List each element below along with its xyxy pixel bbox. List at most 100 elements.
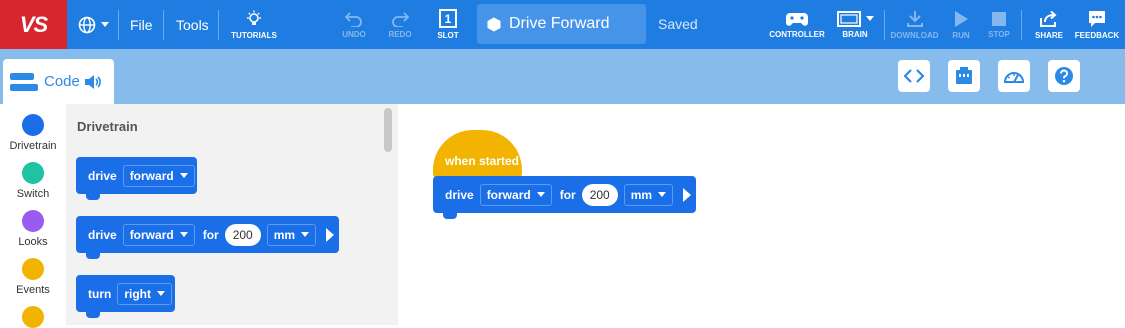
- caret-down-icon: [301, 232, 310, 237]
- caret-down-icon: [179, 173, 188, 178]
- feedback-icon: [1089, 10, 1105, 27]
- tutorials-label: TUTORIALS: [231, 30, 277, 40]
- download-label: DOWNLOAD: [890, 30, 939, 40]
- brain-screen-icon: [836, 10, 861, 27]
- category-list: Drivetrain Switch Looks Events: [0, 104, 66, 328]
- chevron-down-icon: [865, 16, 874, 21]
- run-label: RUN: [952, 30, 970, 40]
- category-drivetrain[interactable]: Drivetrain: [0, 114, 66, 152]
- category-dot: [22, 162, 44, 184]
- brain-label: BRAIN: [842, 29, 868, 39]
- chevron-down-icon: [101, 22, 109, 27]
- dropdown-value: right: [124, 286, 151, 301]
- save-status: Saved: [658, 16, 698, 32]
- tab-code[interactable]: Code: [3, 59, 114, 104]
- hexagon-icon: [487, 17, 501, 31]
- direction-dropdown[interactable]: right: [117, 282, 172, 305]
- feedback-label: FEEDBACK: [1074, 30, 1120, 40]
- gauge-icon: [1003, 72, 1025, 83]
- download-button[interactable]: DOWNLOAD: [889, 0, 940, 49]
- project-title: Drive Forward: [509, 15, 610, 32]
- top-toolbar: VS File Tools TUTORIALS UNDO REDO 1 SLOT…: [0, 0, 1125, 49]
- caret-down-icon: [157, 291, 165, 296]
- dropdown-value: mm: [273, 227, 296, 242]
- controller-button[interactable]: CONTROLLER: [769, 0, 825, 49]
- unit-dropdown[interactable]: mm: [623, 183, 674, 206]
- turn-block[interactable]: turn right: [76, 275, 175, 318]
- dropdown-value: forward: [129, 168, 174, 183]
- category-looks[interactable]: Looks: [0, 210, 66, 248]
- redo-button[interactable]: REDO: [387, 0, 413, 49]
- caret-down-icon: [536, 192, 545, 197]
- undo-button[interactable]: UNDO: [341, 0, 367, 49]
- direction-dropdown[interactable]: forward: [122, 164, 195, 187]
- divider: [218, 10, 219, 40]
- block-keyword: for: [202, 227, 219, 242]
- category-events[interactable]: Events: [0, 258, 66, 296]
- caret-down-icon: [179, 232, 188, 237]
- language-menu[interactable]: [78, 0, 109, 49]
- sound-icon: [84, 74, 101, 89]
- share-button[interactable]: SHARE: [1033, 0, 1065, 49]
- distance-input[interactable]: 200: [224, 223, 261, 246]
- divider: [884, 10, 885, 40]
- drive-block[interactable]: drive forward: [76, 157, 197, 200]
- slot-icon: 1: [439, 9, 457, 28]
- tools-menu[interactable]: Tools: [176, 0, 209, 49]
- port-icon: [956, 67, 972, 84]
- direction-dropdown[interactable]: forward: [479, 183, 552, 206]
- direction-dropdown[interactable]: forward: [122, 223, 195, 246]
- stop-button[interactable]: STOP: [987, 0, 1011, 49]
- share-icon: [1040, 10, 1057, 27]
- when-started-block[interactable]: when started: [433, 130, 522, 178]
- category-switch[interactable]: Switch: [0, 162, 66, 200]
- slot-label: SLOT: [437, 31, 459, 40]
- controller-label: CONTROLLER: [769, 29, 825, 39]
- block-keyword: for: [559, 187, 576, 202]
- dropdown-value: mm: [630, 187, 653, 202]
- play-icon: [683, 187, 692, 202]
- file-menu-label: File: [130, 16, 153, 33]
- code-blocks-icon: [10, 72, 38, 91]
- divider: [1021, 10, 1022, 40]
- project-title-field[interactable]: Drive Forward: [477, 4, 646, 44]
- help-icon: [1055, 67, 1073, 85]
- devices-button[interactable]: [948, 60, 980, 92]
- tools-menu-label: Tools: [176, 16, 209, 33]
- palette-title: Drivetrain: [77, 119, 138, 134]
- block-keyword: drive: [445, 187, 474, 202]
- workspace-drive-for-block[interactable]: drive forward for 200 mm: [433, 176, 696, 219]
- hat-block-label: when started: [445, 154, 520, 168]
- feedback-button[interactable]: FEEDBACK: [1074, 0, 1120, 49]
- play-icon: [955, 10, 968, 27]
- vexcode-logo[interactable]: VS: [0, 0, 67, 49]
- category-dot: [22, 210, 44, 232]
- category-label: Drivetrain: [9, 140, 57, 152]
- undo-icon: [345, 11, 362, 27]
- stop-label: STOP: [988, 29, 1010, 39]
- dropdown-value: forward: [486, 187, 531, 202]
- redo-label: REDO: [388, 29, 412, 39]
- tutorials-button[interactable]: TUTORIALS: [230, 0, 278, 49]
- code-brackets-icon: [904, 69, 924, 83]
- drive-for-block[interactable]: drive forward for 200 mm: [76, 216, 339, 259]
- help-button[interactable]: [1048, 60, 1080, 92]
- run-button[interactable]: RUN: [950, 0, 972, 49]
- divider: [163, 10, 164, 40]
- block-keyword: turn: [88, 286, 112, 301]
- undo-label: UNDO: [342, 29, 366, 39]
- monitor-button[interactable]: [998, 60, 1030, 92]
- category-label: Switch: [16, 188, 50, 200]
- slot-button[interactable]: 1 SLOT: [436, 0, 460, 49]
- block-keyword: drive: [88, 168, 117, 183]
- brain-button[interactable]: BRAIN: [832, 0, 878, 49]
- distance-input[interactable]: 200: [581, 183, 618, 206]
- code-viewer-button[interactable]: [898, 60, 930, 92]
- category-dot: [22, 114, 44, 136]
- block-palette: Drivetrain drive forward drive forward f…: [66, 104, 398, 325]
- file-menu[interactable]: File: [130, 0, 153, 49]
- unit-dropdown[interactable]: mm: [266, 223, 317, 246]
- palette-scrollbar[interactable]: [384, 108, 392, 152]
- caret-down-icon: [658, 192, 667, 197]
- stop-icon: [992, 11, 1006, 26]
